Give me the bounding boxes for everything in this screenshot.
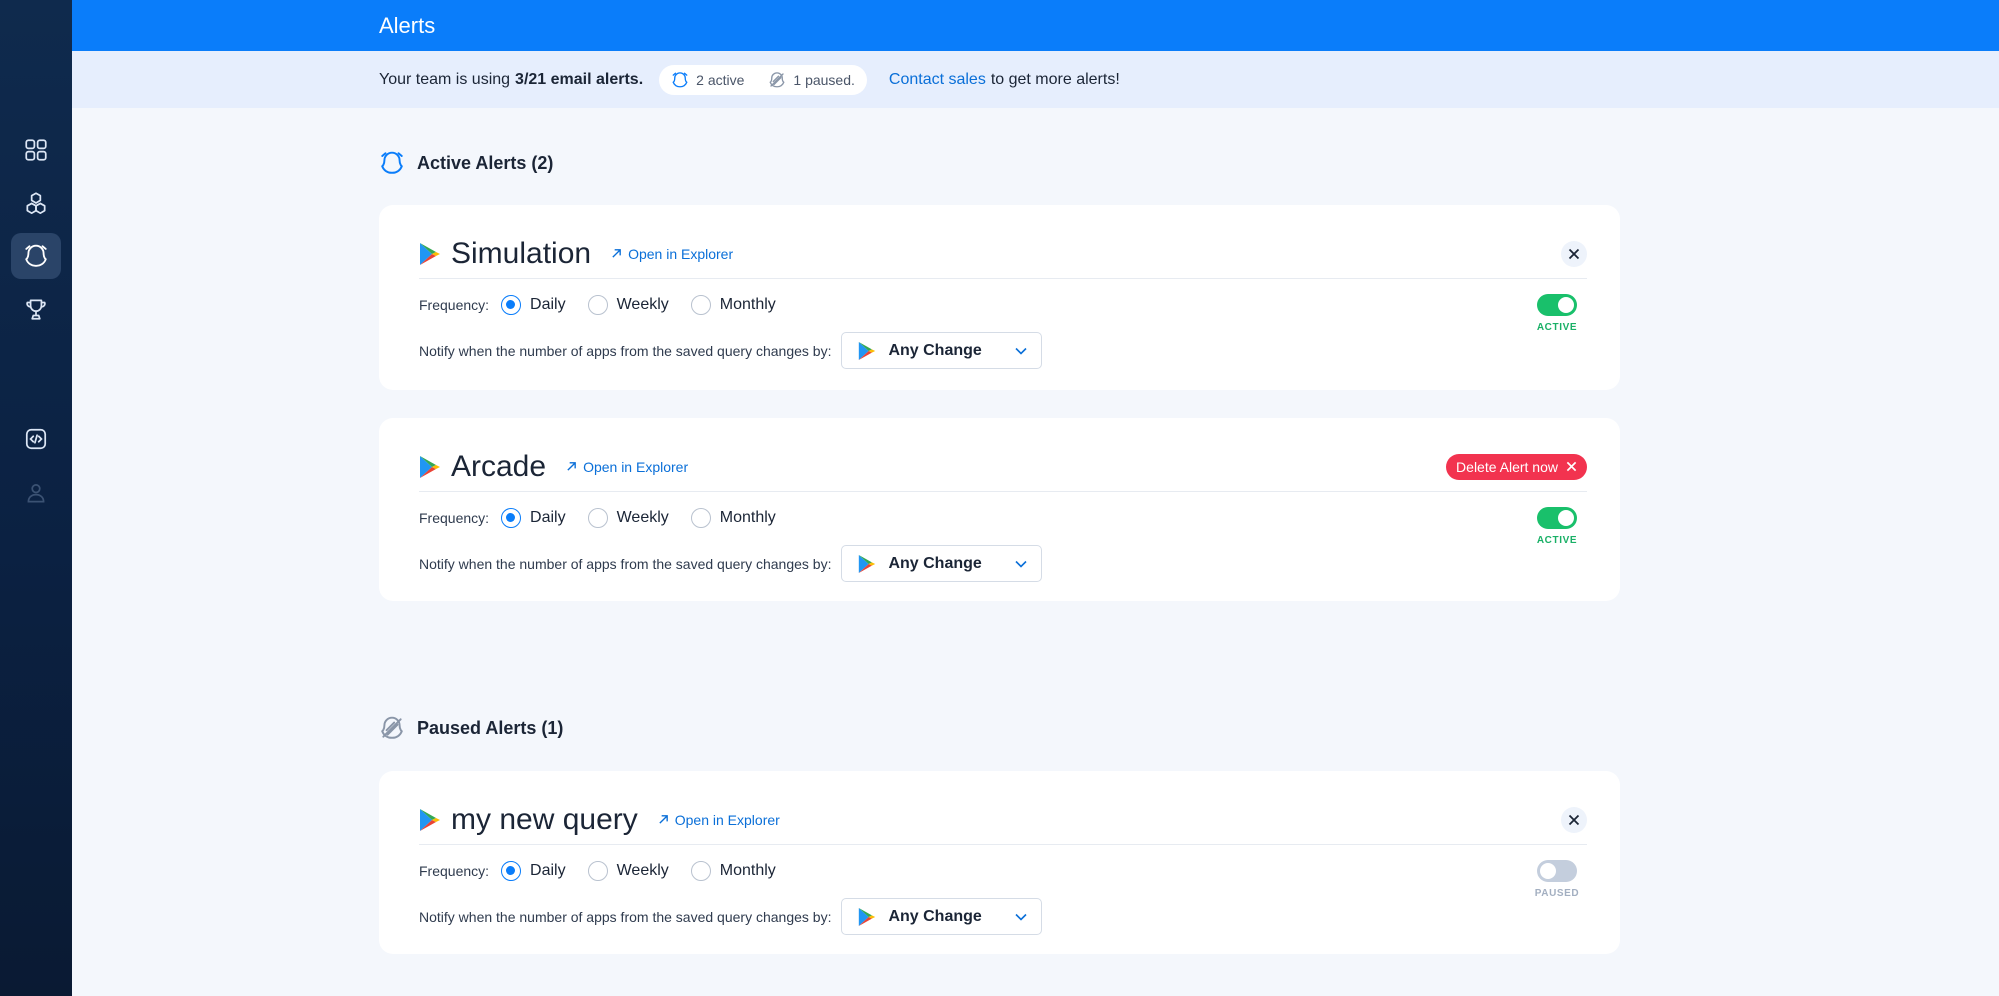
open-in-explorer-link[interactable]: Open in Explorer (566, 459, 688, 475)
notify-row: Notify when the number of apps from the … (419, 898, 1043, 935)
chevron-down-icon (1015, 913, 1028, 921)
usage-prefix: Your team is using (379, 70, 511, 88)
usage-count: 3/21 email alerts. (515, 70, 644, 88)
frequency-daily-radio[interactable]: Daily (501, 295, 566, 315)
frequency-label: Frequency: (419, 863, 490, 879)
usage-bar: Your team is using 3/21 email alerts. 2 … (72, 51, 1999, 108)
status-label: ACTIVE (1536, 322, 1578, 333)
alert-card-header: my new query Open in Explorer (419, 795, 1587, 845)
google-play-icon (859, 907, 876, 926)
paused-alerts-heading: Paused Alerts (1) (379, 715, 563, 741)
frequency-daily-radio[interactable]: Daily (501, 508, 566, 528)
alert-card-simulation: Simulation Open in Explorer Frequency: D… (379, 205, 1620, 390)
arrow-up-right-icon (612, 249, 621, 258)
active-alerts-heading: Active Alerts (2) (379, 150, 553, 176)
notify-label: Notify when the number of apps from the … (419, 908, 832, 925)
paused-alert-icon (381, 716, 403, 739)
alert-card-header: Arcade Open in Explorer Delete Alert now (419, 442, 1587, 492)
usage-suffix: to get more alerts! (990, 70, 1120, 88)
active-alerts-title: Active Alerts (2) (417, 152, 554, 173)
frequency-weekly-radio[interactable]: Weekly (587, 508, 669, 528)
alert-name: Arcade (451, 449, 547, 483)
arrow-up-right-icon (567, 462, 576, 471)
notify-label: Notify when the number of apps from the … (419, 555, 832, 572)
dashboard-grid-icon (25, 139, 47, 161)
user-icon (27, 484, 45, 503)
status-toggle[interactable] (1537, 860, 1577, 882)
paused-alerts-title: Paused Alerts (1) (417, 717, 564, 738)
alert-card-my-new-query: my new query Open in Explorer Frequency:… (379, 771, 1620, 954)
chevron-down-icon (1015, 347, 1028, 355)
sidebar (0, 0, 72, 996)
change-threshold-select[interactable]: Any Change (841, 898, 1043, 935)
status-toggle-group: PAUSED (1527, 860, 1587, 899)
cubes-icon (26, 192, 46, 215)
frequency-row: Frequency: Daily Weekly Monthly (419, 295, 798, 315)
page-title: Alerts (379, 13, 436, 38)
google-play-icon (859, 341, 876, 360)
close-icon (1568, 248, 1580, 259)
open-in-explorer-link[interactable]: Open in Explorer (611, 246, 733, 262)
change-threshold-value: Any Change (888, 341, 982, 359)
sidebar-item-rankings[interactable] (11, 286, 61, 332)
change-threshold-select[interactable]: Any Change (841, 332, 1043, 369)
alert-card-header: Simulation Open in Explorer (419, 229, 1587, 279)
notify-row: Notify when the number of apps from the … (419, 332, 1043, 369)
change-threshold-value: Any Change (888, 907, 982, 925)
contact-sales-link[interactable]: Contact sales (889, 71, 986, 89)
google-play-icon (859, 554, 876, 573)
frequency-daily-radio[interactable]: Daily (501, 861, 566, 881)
trophy-icon (26, 299, 46, 320)
close-button[interactable] (1561, 240, 1587, 267)
frequency-row: Frequency: Daily Weekly Monthly (419, 861, 798, 881)
status-toggle[interactable] (1537, 294, 1577, 316)
alert-name: Simulation (451, 236, 592, 270)
google-play-icon (420, 455, 440, 478)
frequency-weekly-radio[interactable]: Weekly (587, 295, 669, 315)
chevron-down-icon (1015, 560, 1028, 568)
sidebar-item-apps[interactable] (11, 180, 61, 226)
status-label: ACTIVE (1536, 535, 1578, 546)
alert-card-arcade: Arcade Open in Explorer Delete Alert now… (379, 418, 1620, 601)
notify-label: Notify when the number of apps from the … (419, 342, 832, 359)
status-label: PAUSED (1534, 888, 1580, 899)
change-threshold-value: Any Change (888, 554, 982, 572)
status-toggle-group: ACTIVE (1527, 507, 1587, 546)
google-play-icon (420, 808, 440, 831)
alert-status-pill: 2 active 1 paused. (659, 64, 867, 95)
close-icon (1568, 814, 1580, 825)
frequency-row: Frequency: Daily Weekly Monthly (419, 508, 798, 528)
frequency-monthly-radio[interactable]: Monthly (690, 508, 776, 528)
frequency-label: Frequency: (419, 510, 490, 526)
alert-bell-icon (25, 244, 47, 267)
frequency-weekly-radio[interactable]: Weekly (587, 861, 669, 881)
active-count: 2 active (696, 71, 745, 88)
sidebar-item-alerts[interactable] (11, 233, 61, 279)
top-bar: Alerts (72, 0, 1999, 51)
status-toggle-group: ACTIVE (1527, 294, 1587, 333)
close-icon (1566, 461, 1577, 472)
active-alert-icon (381, 151, 403, 174)
close-button[interactable] (1561, 806, 1587, 833)
alert-name: my new query (451, 802, 638, 836)
google-play-icon (420, 242, 440, 265)
sidebar-item-api[interactable] (11, 416, 61, 462)
code-window-icon (25, 428, 47, 450)
notify-row: Notify when the number of apps from the … (419, 545, 1043, 582)
paused-count: 1 paused. (793, 71, 855, 88)
sidebar-item-account[interactable] (11, 470, 61, 516)
frequency-monthly-radio[interactable]: Monthly (690, 295, 776, 315)
change-threshold-select[interactable]: Any Change (841, 545, 1043, 582)
arrow-up-right-icon (659, 815, 668, 824)
frequency-monthly-radio[interactable]: Monthly (690, 861, 776, 881)
open-in-explorer-link[interactable]: Open in Explorer (658, 812, 780, 828)
paused-alert-icon (769, 71, 785, 87)
delete-alert-button[interactable]: Delete Alert now (1446, 453, 1587, 480)
active-alert-icon (672, 71, 688, 87)
frequency-label: Frequency: (419, 297, 490, 313)
status-toggle[interactable] (1537, 507, 1577, 529)
sidebar-item-dashboard[interactable] (11, 127, 61, 173)
